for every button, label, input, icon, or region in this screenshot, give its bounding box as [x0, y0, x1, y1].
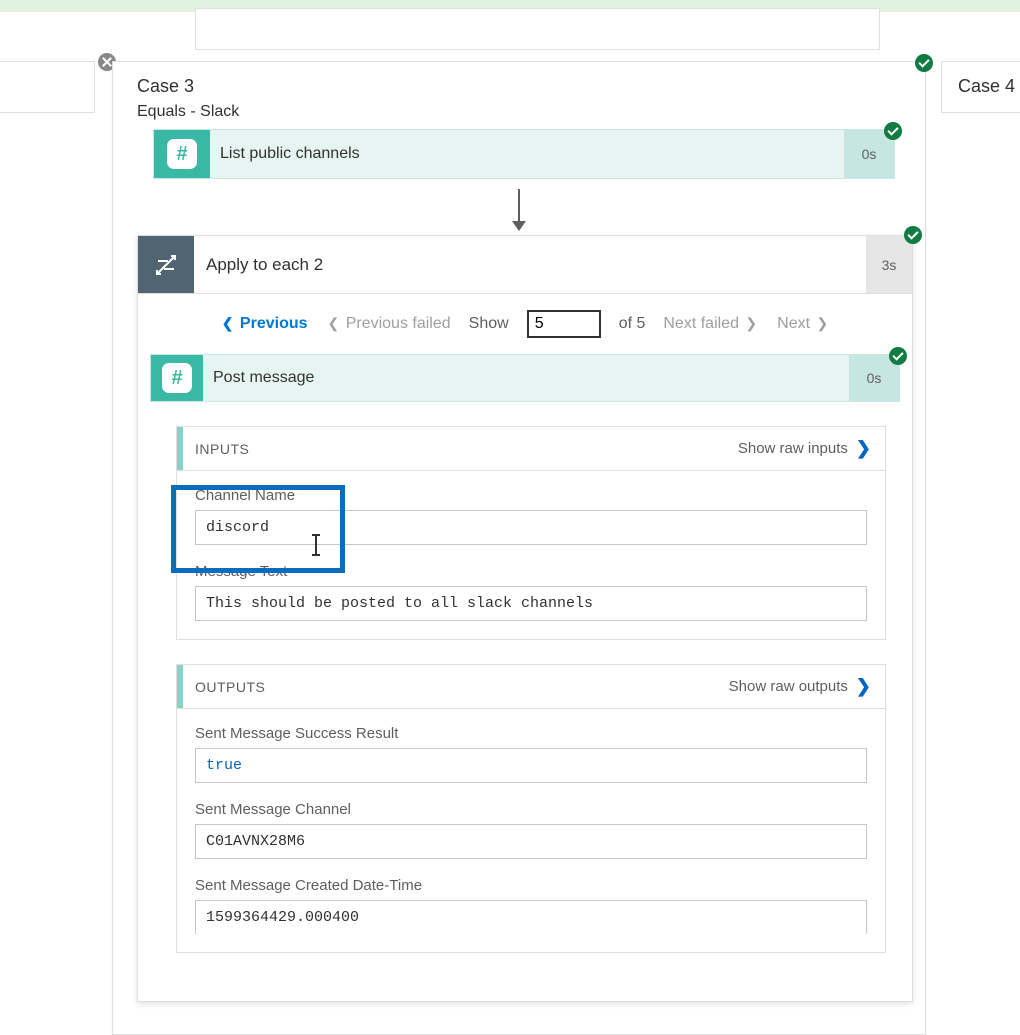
success-status-icon [904, 226, 922, 244]
pager-previous-failed-button[interactable]: ❮ Previous failed [326, 315, 451, 333]
case-condition-label: Equals - Slack [113, 103, 925, 125]
panel-accent [177, 665, 183, 708]
hash-icon: # [167, 139, 197, 169]
pager-next-failed-button[interactable]: Next failed ❯ [663, 315, 759, 333]
chevron-right-icon: ❯ [856, 438, 871, 459]
message-text-value[interactable]: This should be posted to all slack chann… [195, 586, 867, 621]
show-raw-outputs-label: Show raw outputs [729, 678, 848, 695]
chevron-left-icon: ❮ [220, 315, 236, 331]
pager-next-button[interactable]: Next ❯ [777, 315, 830, 333]
action-post-message[interactable]: # Post message 0s [150, 354, 900, 402]
pager-total-label: of 5 [619, 315, 646, 333]
sent-success-label: Sent Message Success Result [195, 725, 867, 742]
action-list-public-channels[interactable]: # List public channels 0s [153, 129, 895, 179]
text-cursor-icon [315, 536, 317, 554]
loop-duration: 3s [866, 236, 912, 293]
case-4-title: Case 4 [958, 76, 1015, 96]
apply-to-each-card: Apply to each 2 3s ❮ Previous ❮ Previous… [137, 235, 913, 1002]
success-status-icon [889, 347, 907, 365]
panel-title: INPUTS [195, 441, 738, 457]
pager-previous-label: Previous [240, 315, 308, 332]
action-label: List public channels [210, 130, 844, 178]
chevron-right-icon: ❯ [856, 676, 871, 697]
sent-channel-label: Sent Message Channel [195, 801, 867, 818]
flow-arrow-icon [518, 189, 520, 229]
inputs-panel: INPUTS Show raw inputs ❯ Channel Name di… [176, 426, 886, 640]
case-4-card[interactable]: Case 4 [941, 61, 1020, 113]
case-title: Case 3 [113, 62, 925, 103]
outputs-panel: OUTPUTS Show raw outputs ❯ Sent Message … [176, 664, 886, 953]
show-raw-inputs-link[interactable]: Show raw inputs ❯ [738, 438, 871, 459]
chevron-right-icon: ❯ [815, 315, 831, 331]
loop-icon [138, 236, 194, 293]
channel-name-value[interactable]: discord [195, 510, 867, 545]
pager-next-failed-label: Next failed [663, 315, 739, 332]
loop-header[interactable]: Apply to each 2 3s [138, 236, 912, 294]
sent-created-label: Sent Message Created Date-Time [195, 877, 867, 894]
show-raw-outputs-link[interactable]: Show raw outputs ❯ [729, 676, 871, 697]
pager-previous-button[interactable]: ❮ Previous [220, 315, 308, 333]
slack-connector-icon: # [151, 355, 203, 401]
success-status-icon [884, 122, 902, 140]
success-status-icon [915, 54, 933, 72]
pager-next-label: Next [777, 315, 810, 332]
pager-show-label: Show [469, 315, 509, 333]
sent-created-value[interactable]: 1599364429.000400 [195, 900, 867, 934]
panel-accent [177, 427, 183, 470]
previous-card-edge [195, 8, 880, 50]
show-raw-inputs-label: Show raw inputs [738, 440, 848, 457]
loop-pager: ❮ Previous ❮ Previous failed Show of 5 N… [138, 294, 912, 352]
slack-connector-icon: # [154, 130, 210, 178]
pager-index-input[interactable] [527, 310, 601, 338]
channel-name-label: Channel Name [195, 487, 867, 504]
panel-title: OUTPUTS [195, 679, 729, 695]
chevron-right-icon: ❯ [743, 315, 759, 331]
sent-success-value[interactable]: true [195, 748, 867, 783]
case-card-left [0, 61, 95, 113]
pager-previous-failed-label: Previous failed [346, 315, 451, 332]
hash-icon: # [162, 363, 192, 393]
action-label: Post message [203, 355, 849, 401]
sent-channel-value[interactable]: C01AVNX28M6 [195, 824, 867, 859]
case-3-card: Case 3 Equals - Slack # List public chan… [112, 61, 926, 1035]
message-text-label: Message Text [195, 563, 867, 580]
chevron-left-icon: ❮ [326, 315, 342, 331]
loop-label: Apply to each 2 [194, 236, 866, 293]
